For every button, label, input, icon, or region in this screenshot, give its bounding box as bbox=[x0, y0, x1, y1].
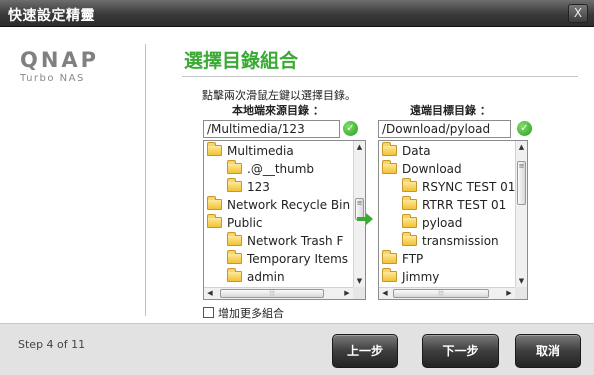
scroll-down-icon[interactable]: ▼ bbox=[354, 275, 365, 287]
local-horizontal-scrollbar[interactable]: ◀ ⦙⦙⦙ ▶ bbox=[204, 287, 353, 299]
tree-item[interactable]: RSYNC TEST 01 bbox=[402, 178, 515, 196]
add-more-label: 增加更多組合 bbox=[218, 307, 284, 320]
arrow-right-icon bbox=[357, 213, 373, 225]
folder-icon bbox=[382, 160, 397, 174]
window-title: 快速設定精靈 bbox=[8, 8, 95, 24]
page-title: 選擇目錄組合 bbox=[184, 50, 299, 72]
tree-item-label: Temporary Items bbox=[247, 252, 349, 266]
tree-item[interactable]: admin bbox=[227, 268, 285, 286]
remote-tree-rows: Data Download RSYNC TEST 01 RTRR TEST 01 pyl… bbox=[379, 141, 515, 287]
back-button[interactable]: 上一步 bbox=[332, 334, 398, 368]
tree-item-label: 123 bbox=[247, 180, 270, 194]
folder-icon bbox=[382, 268, 397, 282]
remote-scroll-thumb[interactable]: ≡ bbox=[517, 161, 526, 205]
tree-item[interactable]: Network Recycle Bin bbox=[207, 196, 350, 214]
tree-item-label: pyload bbox=[422, 216, 463, 230]
tree-item-label: .@__thumb bbox=[247, 162, 315, 176]
tree-item[interactable]: Jimmy bbox=[382, 268, 439, 286]
tree-item-label: Public bbox=[227, 216, 263, 230]
folder-icon bbox=[402, 214, 417, 228]
add-more-checkbox[interactable]: 增加更多組合 bbox=[203, 305, 284, 321]
checkbox-box[interactable] bbox=[203, 307, 214, 318]
remote-folder-tree[interactable]: Data Download RSYNC TEST 01 RTRR TEST 01 pyl… bbox=[378, 140, 528, 300]
tree-item-label: Multimedia bbox=[227, 144, 294, 158]
scroll-right-icon[interactable]: ▶ bbox=[503, 288, 515, 299]
tree-item[interactable]: RTRR TEST 01 bbox=[402, 196, 506, 214]
tree-item-label: Network Trash F bbox=[247, 234, 344, 248]
cancel-button[interactable]: 取消 bbox=[515, 334, 581, 368]
tree-item[interactable]: .@__thumb bbox=[227, 160, 314, 178]
close-button[interactable]: X bbox=[568, 4, 588, 23]
folder-icon bbox=[402, 178, 417, 192]
tree-item[interactable]: Temporary Items bbox=[227, 250, 348, 268]
folder-icon bbox=[207, 196, 222, 210]
remote-path-input[interactable]: /Download/pyload bbox=[378, 120, 511, 138]
local-folder-tree[interactable]: Multimedia .@__thumb 123 Network Recycle Bi… bbox=[203, 140, 366, 300]
local-tree-rows: Multimedia .@__thumb 123 Network Recycle Bi… bbox=[204, 141, 353, 287]
scroll-up-icon[interactable]: ▲ bbox=[354, 141, 365, 153]
tree-item-label: Jimmy bbox=[402, 270, 440, 284]
tree-item-label: Network Recycle Bin bbox=[227, 198, 351, 212]
tree-item[interactable]: Multimedia bbox=[207, 142, 294, 160]
scroll-up-icon[interactable]: ▲ bbox=[516, 141, 527, 153]
scroll-down-icon[interactable]: ▼ bbox=[516, 275, 527, 287]
tree-item[interactable]: Download bbox=[382, 160, 462, 178]
tree-item-label: FTP bbox=[402, 252, 424, 266]
tree-item[interactable]: Data bbox=[382, 142, 431, 160]
qnap-logo: QNAP Turbo NAS bbox=[20, 48, 120, 84]
scroll-left-icon[interactable]: ◀ bbox=[379, 288, 391, 299]
folder-icon bbox=[227, 178, 242, 192]
logo-brand: QNAP bbox=[20, 48, 100, 72]
next-button[interactable]: 下一步 bbox=[422, 334, 499, 368]
instruction-text: 點擊兩次滑鼠左鍵以選擇目錄。 bbox=[202, 89, 356, 102]
scroll-right-icon[interactable]: ▶ bbox=[341, 288, 353, 299]
folder-icon bbox=[227, 268, 242, 282]
tree-item[interactable]: pyload bbox=[402, 214, 462, 232]
scroll-corner bbox=[353, 287, 365, 299]
folder-icon bbox=[382, 250, 397, 264]
tree-item-label: admin bbox=[247, 270, 285, 284]
wizard-footer: Step 4 of 11 上一步 下一步 取消 bbox=[0, 323, 594, 375]
folder-icon bbox=[207, 214, 222, 228]
remote-vertical-scrollbar[interactable]: ▲ ≡ ▼ bbox=[515, 141, 527, 287]
folder-icon bbox=[227, 232, 242, 246]
folder-icon bbox=[227, 250, 242, 264]
tree-item-label: RTRR TEST 01 bbox=[422, 198, 507, 212]
tree-item[interactable]: Network Trash F bbox=[227, 232, 343, 250]
remote-target-label: 遠端目標目錄 ： bbox=[410, 104, 491, 117]
folder-icon bbox=[207, 142, 222, 156]
local-source-label: 本地端來源目錄 ： bbox=[232, 104, 324, 117]
folder-icon bbox=[402, 196, 417, 210]
title-bar: 快速設定精靈 X bbox=[0, 0, 594, 27]
tree-item[interactable]: FTP bbox=[382, 250, 423, 268]
local-hscroll-thumb[interactable]: ⦙⦙⦙ bbox=[220, 289, 324, 298]
logo-subtitle: Turbo NAS bbox=[20, 73, 85, 84]
tree-item[interactable]: transmission bbox=[402, 232, 499, 250]
tree-item-label: Data bbox=[402, 144, 431, 158]
vertical-divider bbox=[145, 44, 146, 316]
check-circle-icon: ✓ bbox=[343, 121, 358, 136]
tree-item[interactable]: 123 bbox=[227, 178, 270, 196]
local-path-input[interactable]: /Multimedia/123 bbox=[203, 120, 340, 138]
step-indicator: Step 4 of 11 bbox=[18, 338, 86, 351]
remote-horizontal-scrollbar[interactable]: ◀ ⦙⦙⦙ ▶ bbox=[379, 287, 515, 299]
tree-item-label: RSYNC TEST 01 bbox=[422, 180, 515, 194]
heading-divider bbox=[182, 76, 578, 77]
folder-icon bbox=[227, 160, 242, 174]
scroll-corner bbox=[515, 287, 527, 299]
remote-hscroll-thumb[interactable]: ⦙⦙⦙ bbox=[393, 289, 489, 298]
folder-icon bbox=[382, 142, 397, 156]
check-circle-icon: ✓ bbox=[517, 121, 532, 136]
tree-item-label: transmission bbox=[422, 234, 499, 248]
tree-item-label: Download bbox=[402, 162, 462, 176]
tree-item[interactable]: Public bbox=[207, 214, 263, 232]
folder-icon bbox=[402, 232, 417, 246]
scroll-left-icon[interactable]: ◀ bbox=[204, 288, 216, 299]
